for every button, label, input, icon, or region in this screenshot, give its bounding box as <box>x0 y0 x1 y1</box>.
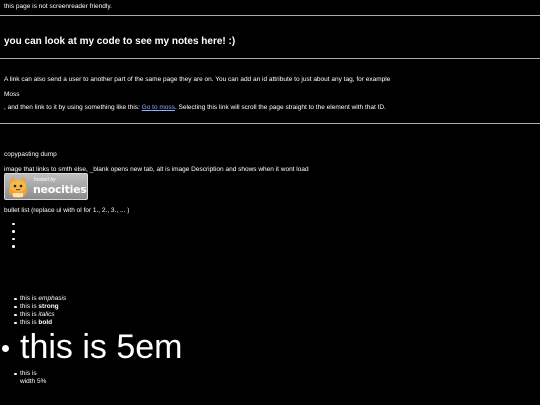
list-item: this is emphasis <box>13 295 67 303</box>
link-paragraph: A link can also send a user to another p… <box>4 76 391 83</box>
page: this page is not screenreader friendly. … <box>0 0 540 405</box>
list-item: this is bold <box>13 319 66 327</box>
list-item-prefix: this is <box>20 319 39 326</box>
list-item: this is strong <box>13 303 66 311</box>
divider <box>0 123 540 124</box>
badge-brand-text: neocities <box>33 183 87 196</box>
divider <box>0 58 540 59</box>
moss-label: Moss <box>4 91 20 98</box>
styled-bullet-list: this is emphasis this is strong this is … <box>13 295 67 327</box>
bullet-list-title: bullet list (replace ul with ol for 1., … <box>4 207 130 214</box>
list-item-prefix: this is <box>20 295 39 302</box>
list-item-prefix: this is <box>20 303 39 310</box>
then-suffix: . Selecting this link will scroll the pa… <box>174 104 386 111</box>
then-prefix: , and then link to it by using something… <box>4 104 142 111</box>
width-bullet <box>14 372 17 375</box>
strong-text: strong <box>38 303 59 310</box>
big-text: this is 5em <box>20 328 183 366</box>
copypasting-dump-label: copypasting dump <box>4 151 57 158</box>
big-bullet <box>2 345 9 352</box>
list-item-prefix: this is <box>20 311 39 318</box>
emphasis-text: emphasis <box>38 295 67 302</box>
divider <box>0 15 540 16</box>
neocities-badge-link[interactable]: hosted by neocities <box>4 173 88 200</box>
italics-text: italics <box>38 311 55 318</box>
width-list-item: this is width 5% <box>20 370 47 386</box>
page-heading: you can look at my code to see my notes … <box>4 36 236 47</box>
go-to-moss-link[interactable]: Go to moss <box>142 104 175 111</box>
screenreader-notice: this page is not screenreader friendly. <box>4 3 112 10</box>
neocities-cat-icon <box>9 176 27 198</box>
bold-text: bold <box>38 319 53 326</box>
list-item: this is italics <box>13 311 66 319</box>
then-paragraph: , and then link to it by using something… <box>4 104 386 112</box>
